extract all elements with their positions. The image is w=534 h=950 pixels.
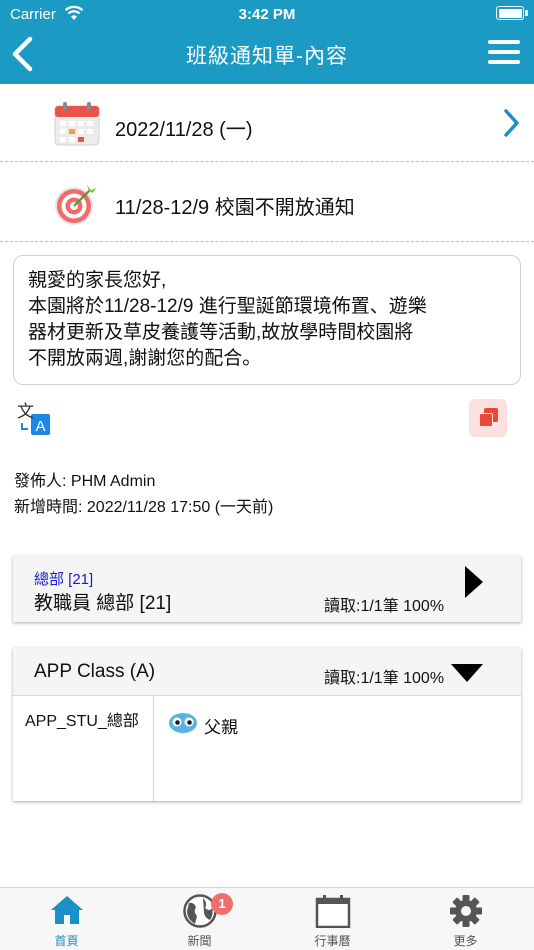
notice-date: 2022/11/28 (一) — [115, 119, 253, 141]
read-status: 讀取:1/1筆 100% — [324, 598, 445, 615]
menu-line — [488, 40, 520, 44]
date-row[interactable]: 2022/11/28 (一) — [0, 84, 534, 162]
gear-icon — [399, 894, 532, 928]
body-line: 器材更新及草皮養護等活動,故放學時間校園將 — [28, 322, 414, 343]
tab-label: 更多 — [453, 934, 478, 948]
globe-icon — [133, 894, 266, 928]
group-name: 教職員 總部 [21] — [34, 593, 172, 614]
group-header[interactable]: APP Class (A) 讀取:1/1筆 100% — [13, 648, 521, 696]
tab-label: 首頁 — [54, 934, 79, 948]
notification-badge: 1 — [211, 893, 233, 915]
calendar-icon — [266, 894, 399, 928]
notice-title: 11/28-12/9 校園不開放通知 — [115, 197, 355, 219]
menu-line — [488, 50, 520, 54]
svg-text:文: 文 — [17, 402, 34, 422]
battery-icon — [496, 6, 528, 20]
status-time: 3:42 PM — [238, 6, 296, 23]
tab-more[interactable]: 更多 — [399, 888, 532, 950]
calendar-icon — [54, 102, 100, 151]
menu-button[interactable] — [488, 40, 520, 68]
parent-face-icon — [168, 712, 198, 739]
notice-body: 親愛的家長您好, 本園將於11/28-12/9 進行聖誕節環境佈置、遊樂 器材更… — [13, 255, 521, 385]
tab-bar: 首頁 1 新聞 行事曆 更多 — [0, 887, 534, 950]
relation-label: 父親 — [204, 718, 238, 737]
title-row: 11/28-12/9 校園不開放通知 — [0, 162, 534, 242]
collapse-down-icon[interactable] — [450, 663, 484, 688]
body-line: 不開放兩週,謝謝您的配合。 — [28, 348, 262, 369]
student-name: APP_STU_總部 — [13, 696, 154, 801]
tab-calendar[interactable]: 行事曆 — [266, 888, 399, 950]
group-sub-label: 總部 [21] — [34, 571, 94, 588]
tab-home[interactable]: 首頁 — [0, 888, 133, 950]
read-status: 讀取:1/1筆 100% — [324, 670, 445, 687]
navigation-bar: Carrier 3:42 PM 班級通知單-內容 — [0, 0, 534, 84]
copy-icon — [479, 413, 493, 427]
svg-text:A: A — [35, 418, 45, 435]
publisher-label: 發佈人: PHM Admin — [14, 473, 156, 490]
copy-button[interactable] — [469, 399, 507, 437]
chevron-right-icon[interactable] — [502, 108, 520, 143]
menu-line — [488, 60, 520, 64]
group-card-class: APP Class (A) 讀取:1/1筆 100% APP_STU_總部 父親 — [13, 648, 521, 801]
tab-label: 行事曆 — [314, 934, 351, 948]
body-line: 本園將於11/28-12/9 進行聖誕節環境佈置、遊樂 — [28, 296, 427, 317]
status-bar: Carrier 3:42 PM — [0, 0, 534, 28]
created-time-label: 新增時間: 2022/11/28 17:50 (一天前) — [14, 499, 274, 516]
group-card-staff[interactable]: 總部 [21] 教職員 總部 [21] 讀取:1/1筆 100% — [13, 556, 521, 622]
tab-news[interactable]: 1 新聞 — [133, 888, 266, 950]
home-icon — [0, 894, 133, 926]
page-title: 班級通知單-內容 — [186, 45, 348, 68]
group-name: APP Class (A) — [34, 661, 156, 682]
tab-label: 新聞 — [187, 934, 212, 948]
expand-right-icon[interactable] — [464, 565, 484, 604]
translate-icon[interactable]: A 文 — [16, 401, 50, 440]
target-icon — [54, 182, 98, 231]
body-line: 親愛的家長您好, — [28, 270, 167, 291]
